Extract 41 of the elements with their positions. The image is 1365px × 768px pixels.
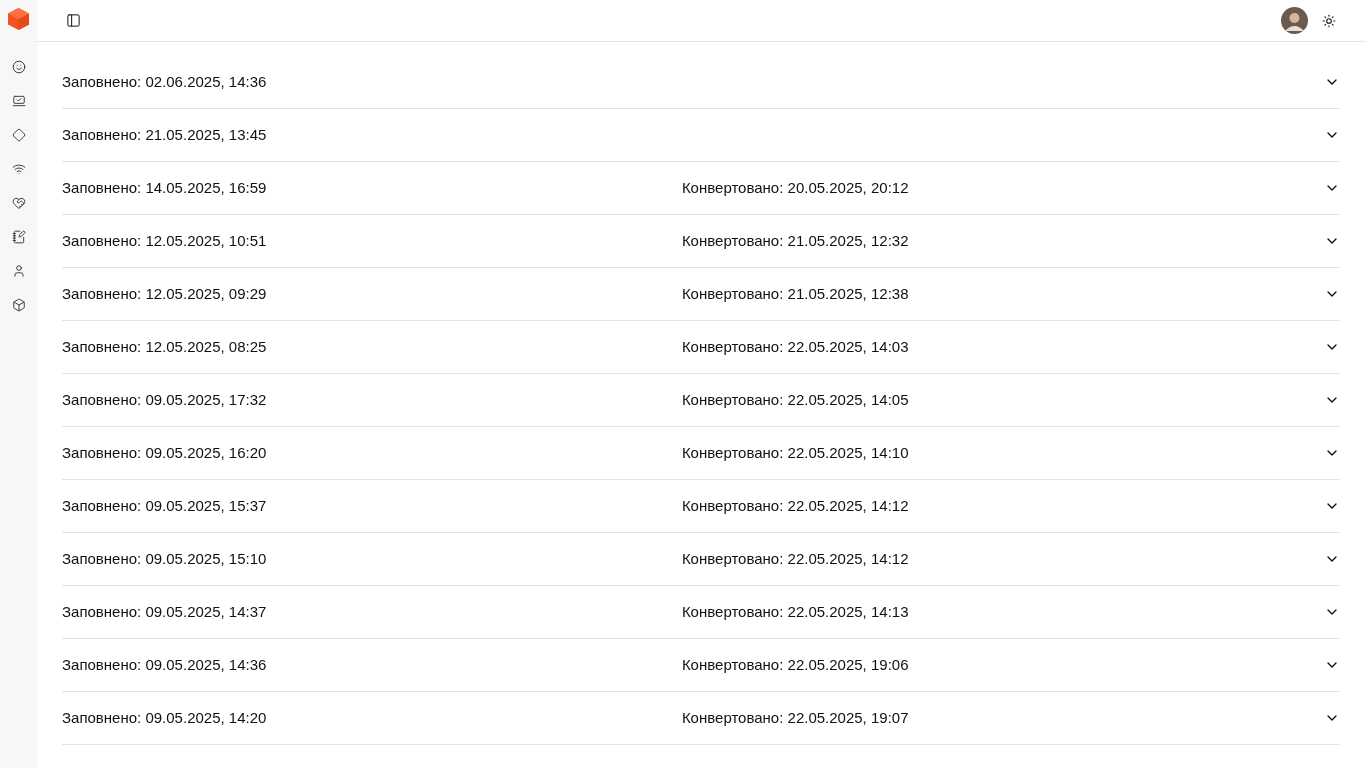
filled-date: Заповнено: 21.05.2025, 13:45	[62, 124, 267, 145]
converted-date: Конвертовано: 21.05.2025, 12:32	[681, 230, 909, 251]
submission-row[interactable]: Заповнено: 09.05.2025, 15:37 Конвертовано: 22.05.2025, 14:12	[62, 480, 1340, 533]
logo-icon[interactable]	[7, 7, 30, 31]
filled-date: Заповнено: 12.05.2025, 08:25	[62, 336, 267, 357]
filled-date: Заповнено: 09.05.2025, 14:20	[62, 707, 267, 728]
filled-date: Заповнено: 09.05.2025, 17:32	[62, 389, 267, 410]
filled-date: Заповнено: 09.05.2025, 14:36	[62, 654, 267, 675]
submission-row[interactable]: Заповнено: 12.05.2025, 08:25 Конвертовано: 22.05.2025, 14:03	[62, 321, 1340, 374]
filled-date: Заповнено: 09.05.2025, 15:10	[62, 548, 267, 569]
submission-row[interactable]: Заповнено: 09.05.2025, 14:36 Конвертовано: 22.05.2025, 19:06	[62, 639, 1340, 692]
submission-row[interactable]: Заповнено: 09.05.2025, 15:10 Конвертовано: 22.05.2025, 14:12	[62, 533, 1340, 586]
filled-date: Заповнено: 09.05.2025, 16:20	[62, 442, 267, 463]
submission-row[interactable]: Заповнено: 02.06.2025, 14:36	[62, 56, 1340, 109]
converted-date: Конвертовано: 21.05.2025, 12:38	[681, 283, 909, 304]
submission-row[interactable]: Заповнено: 21.05.2025, 13:45	[62, 109, 1340, 162]
submission-row[interactable]: Заповнено: 09.05.2025, 14:37 Конвертовано: 22.05.2025, 14:13	[62, 586, 1340, 639]
submission-row[interactable]: Заповнено: 12.05.2025, 10:51 Конвертовано: 21.05.2025, 12:32	[62, 215, 1340, 268]
converted-date: Конвертовано: 22.05.2025, 14:12	[681, 495, 909, 516]
theme-toggle-icon[interactable]	[1322, 13, 1336, 28]
filled-date: Заповнено: 09.05.2025, 14:37	[62, 601, 267, 622]
converted-date: Конвертовано: 22.05.2025, 14:12	[681, 548, 909, 569]
submission-row[interactable]: Заповнено: 12.05.2025, 09:29 Конвертовано: 21.05.2025, 12:38	[62, 268, 1340, 321]
filled-date: Заповнено: 12.05.2025, 09:29	[62, 283, 267, 304]
submission-row[interactable]: Заповнено: 09.05.2025, 17:32 Конвертовано: 22.05.2025, 14:05	[62, 374, 1340, 427]
converted-date: Конвертовано: 22.05.2025, 14:10	[681, 442, 909, 463]
converted-date: Конвертовано: 22.05.2025, 14:05	[681, 389, 909, 410]
converted-date: Конвертовано: 22.05.2025, 19:07	[681, 707, 909, 728]
panel-toggle-icon[interactable]	[66, 13, 81, 28]
submission-row[interactable]: Заповнено: 09.05.2025, 14:20 Конвертовано: 22.05.2025, 19:07	[62, 692, 1340, 745]
submission-row[interactable]: Заповнено: 14.05.2025, 16:59 Конвертовано: 20.05.2025, 20:12	[62, 162, 1340, 215]
filled-date: Заповнено: 12.05.2025, 10:51	[62, 230, 267, 251]
converted-date: Конвертовано: 22.05.2025, 14:13	[681, 601, 909, 622]
converted-date: Конвертовано: 22.05.2025, 19:06	[681, 654, 909, 675]
converted-date: Конвертовано: 22.05.2025, 14:03	[681, 336, 909, 357]
filled-date: Заповнено: 14.05.2025, 16:59	[62, 177, 267, 198]
converted-date: Конвертовано: 20.05.2025, 20:12	[681, 177, 909, 198]
filled-date: Заповнено: 09.05.2025, 15:37	[62, 495, 267, 516]
avatar-icon[interactable]	[1281, 7, 1308, 34]
filled-date: Заповнено: 02.06.2025, 14:36	[62, 71, 267, 92]
submission-row[interactable]: Заповнено: 09.05.2025, 16:20 Конвертовано: 22.05.2025, 14:10	[62, 427, 1340, 480]
